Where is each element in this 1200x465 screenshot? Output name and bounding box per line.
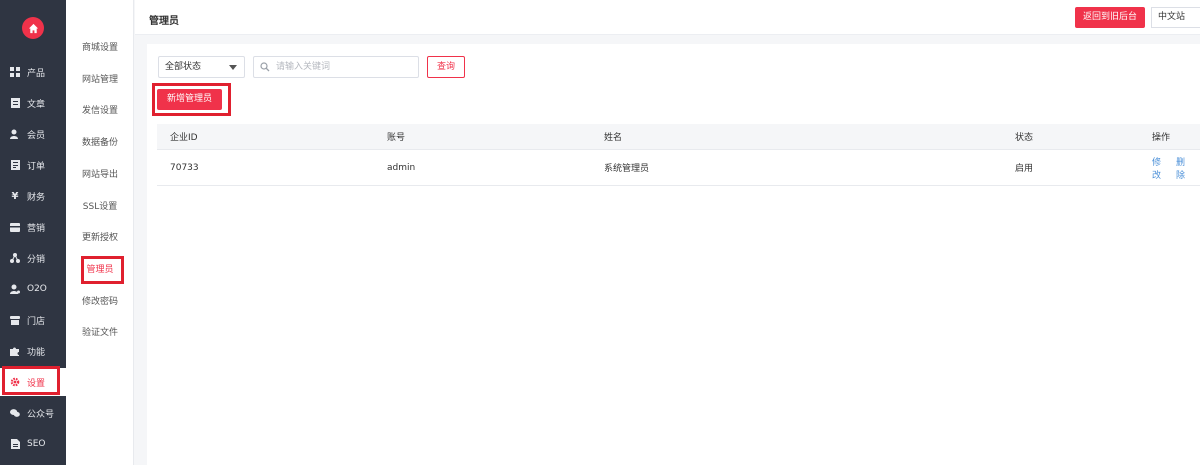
- home-logo[interactable]: [22, 17, 44, 39]
- top-header: 管理员 返回到旧后台 中文站: [135, 0, 1200, 35]
- subnav-item-change-password[interactable]: 修改密码: [66, 292, 134, 312]
- list-icon: [10, 160, 20, 170]
- o2o-icon: [10, 284, 20, 294]
- column-header-actions: 操作: [1152, 133, 1171, 143]
- nav-item-label: 财务: [27, 192, 46, 203]
- language-select[interactable]: 中文站: [1151, 7, 1200, 28]
- nav-item-label: 功能: [27, 347, 46, 358]
- app-window: 产品 文章 会员 订单 ¥ 财务 营销 分销 O2O 门店 功能 设置 公众号 …: [0, 0, 1200, 465]
- column-header-account: 账号: [387, 133, 406, 143]
- nav-item-features[interactable]: 功能: [0, 337, 66, 365]
- nav-item-label: O2O: [27, 284, 47, 294]
- nav-item-member[interactable]: 会员: [0, 120, 66, 148]
- nav-item-label: SEO: [27, 439, 46, 449]
- add-admin-button[interactable]: 新增管理员: [157, 89, 222, 110]
- search-icon: [260, 62, 270, 75]
- home-icon: [28, 23, 38, 33]
- nav-item-label: 订单: [27, 161, 46, 172]
- nav-item-label: 会员: [27, 130, 46, 141]
- main-panel: 全部状态 查询 新增管理员 企业ID 账号 姓名 状态 操作 70733 adm…: [147, 44, 1200, 465]
- nav-item-wechat[interactable]: 公众号: [0, 399, 66, 427]
- edit-link[interactable]: 修改: [1152, 155, 1168, 181]
- subnav-item-site-export[interactable]: 网站导出: [66, 165, 134, 185]
- nav-item-article[interactable]: 文章: [0, 89, 66, 117]
- subnav-item-verify-file[interactable]: 验证文件: [66, 323, 134, 343]
- cell-name: 系统管理员: [604, 164, 650, 174]
- nav-item-o2o[interactable]: O2O: [0, 275, 66, 303]
- column-header-status: 状态: [1015, 133, 1034, 143]
- store-icon: [10, 315, 20, 325]
- nav-item-product[interactable]: 产品: [0, 58, 66, 86]
- nav-item-label: 分销: [27, 254, 46, 265]
- seo-doc-icon: [10, 439, 20, 449]
- table-header: 企业ID 账号 姓名 状态 操作: [157, 124, 1200, 150]
- back-to-old-admin-button[interactable]: 返回到旧后台: [1075, 7, 1145, 28]
- nav-item-label: 设置: [27, 378, 46, 389]
- puzzle-icon: [10, 346, 20, 356]
- nav-item-settings[interactable]: 设置: [0, 368, 66, 396]
- nav-item-label: 公众号: [27, 409, 55, 420]
- settings-subnav: 商城设置 网站管理 发信设置 数据备份 网站导出 SSL设置 更新授权 管理员 …: [66, 0, 134, 465]
- search-input[interactable]: [276, 59, 414, 75]
- nav-item-label: 营销: [27, 223, 46, 234]
- main-nav: 产品 文章 会员 订单 ¥ 财务 营销 分销 O2O 门店 功能 设置 公众号 …: [0, 0, 66, 465]
- nav-item-store[interactable]: 门店: [0, 306, 66, 334]
- status-filter-select[interactable]: 全部状态: [158, 56, 245, 78]
- wechat-icon: [10, 408, 20, 418]
- column-header-name: 姓名: [604, 133, 623, 143]
- subnav-item-ssl-settings[interactable]: SSL设置: [66, 197, 134, 217]
- subnav-item-mall-settings[interactable]: 商城设置: [66, 38, 134, 58]
- document-icon: [10, 98, 20, 108]
- page-title: 管理员: [149, 16, 179, 27]
- query-button[interactable]: 查询: [427, 56, 465, 78]
- subnav-item-mail-settings[interactable]: 发信设置: [66, 101, 134, 121]
- cell-actions: 修改 删除: [1152, 150, 1200, 185]
- nav-item-finance[interactable]: ¥ 财务: [0, 182, 66, 210]
- delete-link[interactable]: 删除: [1176, 155, 1192, 181]
- cell-account: admin: [387, 162, 416, 173]
- share-icon: [10, 253, 20, 263]
- user-icon: [10, 129, 20, 139]
- nav-item-label: 产品: [27, 68, 46, 79]
- nav-item-marketing[interactable]: 营销: [0, 213, 66, 241]
- table-row: 70733 admin 系统管理员 启用 修改 删除: [157, 150, 1200, 186]
- nav-item-label: 门店: [27, 316, 46, 327]
- chevron-down-icon: [229, 65, 237, 70]
- nav-item-order[interactable]: 订单: [0, 151, 66, 179]
- search-box[interactable]: [253, 56, 419, 78]
- gear-icon: [10, 377, 20, 387]
- nav-item-label: 文章: [27, 99, 46, 110]
- subnav-item-update-license[interactable]: 更新授权: [66, 228, 134, 248]
- card-icon: [10, 222, 20, 232]
- subnav-item-data-backup[interactable]: 数据备份: [66, 133, 134, 153]
- admin-table: 企业ID 账号 姓名 状态 操作 70733 admin 系统管理员 启用 修改…: [157, 124, 1200, 186]
- nav-item-distribution[interactable]: 分销: [0, 244, 66, 272]
- nav-item-seo[interactable]: SEO: [0, 430, 66, 458]
- subnav-item-admins[interactable]: 管理员: [66, 260, 134, 280]
- subnav-item-site-management[interactable]: 网站管理: [66, 70, 134, 90]
- status-filter-value: 全部状态: [165, 62, 202, 72]
- cell-status: 启用: [1015, 164, 1034, 174]
- grid-icon: [10, 67, 20, 77]
- yen-icon: ¥: [11, 190, 19, 202]
- column-header-company-id: 企业ID: [170, 133, 198, 143]
- cell-company-id: 70733: [170, 162, 199, 173]
